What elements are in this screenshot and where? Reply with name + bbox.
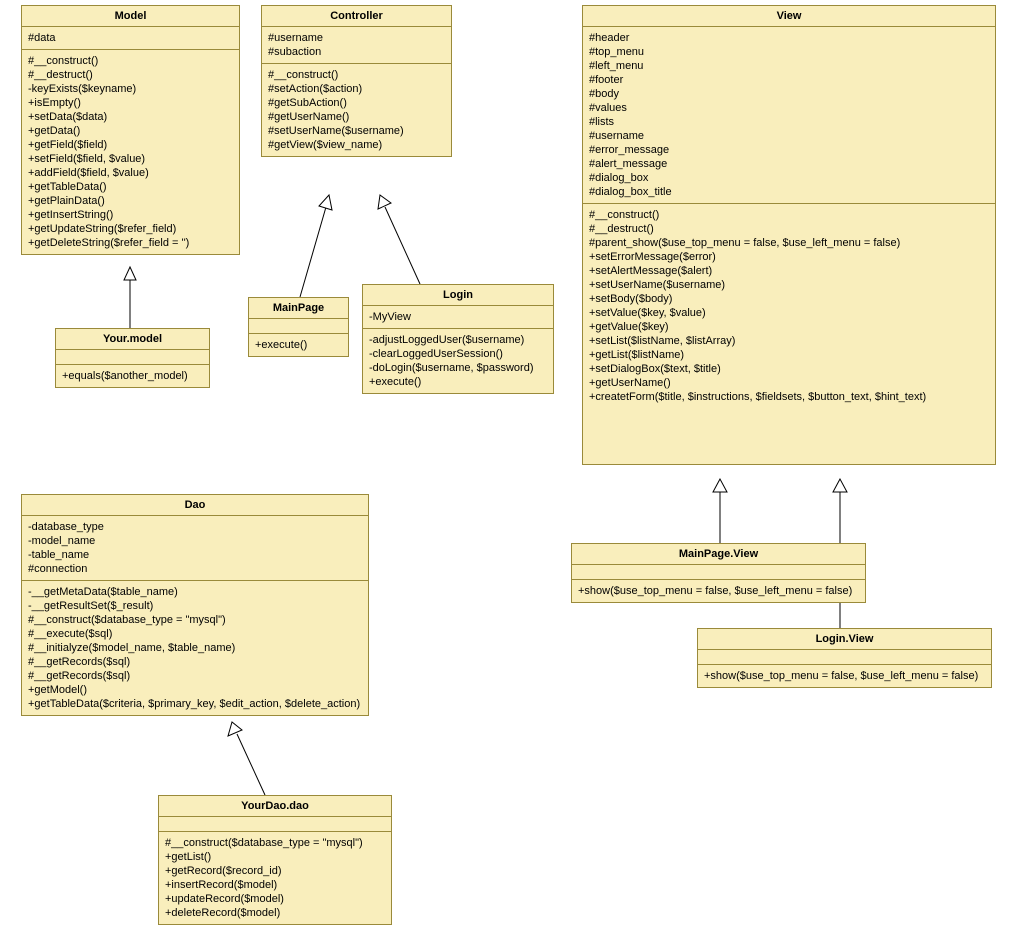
class-attributes: -database_type -model_name -table_name #… xyxy=(22,516,368,581)
class-methods: #__construct() #__destruct() #parent_sho… xyxy=(583,204,995,464)
uml-class-MainPageView: MainPage.View +show($use_top_menu = false… xyxy=(571,543,866,603)
class-attributes xyxy=(159,817,391,832)
class-attributes: #header #top_menu #left_menu #footer #bo… xyxy=(583,27,995,204)
class-title: View xyxy=(583,6,995,27)
class-title: Dao xyxy=(22,495,368,516)
class-attributes xyxy=(572,565,865,580)
class-title: Your.model xyxy=(56,329,209,350)
class-title: Controller xyxy=(262,6,451,27)
uml-class-Controller: Controller#username #subaction#__constru… xyxy=(261,5,452,157)
class-title: Model xyxy=(22,6,239,27)
uml-class-LoginView: Login.View +show($use_top_menu = false, $… xyxy=(697,628,992,688)
class-attributes: #username #subaction xyxy=(262,27,451,64)
class-methods: +equals($another_model) xyxy=(56,365,209,387)
uml-class-Dao: Dao-database_type -model_name -table_nam… xyxy=(21,494,369,716)
class-attributes: #data xyxy=(22,27,239,50)
uml-class-Model: Model#data#__construct() #__destruct() -… xyxy=(21,5,240,255)
class-attributes: -MyView xyxy=(363,306,553,329)
uml-class-MainPage: MainPage +execute() xyxy=(248,297,349,357)
class-title: Login xyxy=(363,285,553,306)
class-title: MainPage xyxy=(249,298,348,319)
class-methods: #__construct() #setAction($action) #getS… xyxy=(262,64,451,156)
uml-class-View: View#header #top_menu #left_menu #footer… xyxy=(582,5,996,465)
class-title: Login.View xyxy=(698,629,991,650)
class-methods: +show($use_top_menu = false, $use_left_m… xyxy=(698,665,991,687)
class-methods: -adjustLoggedUser($username) -clearLogge… xyxy=(363,329,553,393)
class-methods: #__construct($database_type = "mysql") +… xyxy=(159,832,391,924)
class-attributes xyxy=(249,319,348,334)
uml-class-YourModel: Your.model +equals($another_model) xyxy=(55,328,210,388)
class-methods: -__getMetaData($table_name) -__getResult… xyxy=(22,581,368,715)
uml-class-YourDao: YourDao.dao #__construct($database_type =… xyxy=(158,795,392,925)
class-title: YourDao.dao xyxy=(159,796,391,817)
class-methods: +execute() xyxy=(249,334,348,356)
class-title: MainPage.View xyxy=(572,544,865,565)
uml-class-Login: Login-MyView-adjustLoggedUser($username)… xyxy=(362,284,554,394)
class-attributes xyxy=(698,650,991,665)
class-methods: +show($use_top_menu = false, $use_left_m… xyxy=(572,580,865,602)
class-attributes xyxy=(56,350,209,365)
class-methods: #__construct() #__destruct() -keyExists(… xyxy=(22,50,239,254)
